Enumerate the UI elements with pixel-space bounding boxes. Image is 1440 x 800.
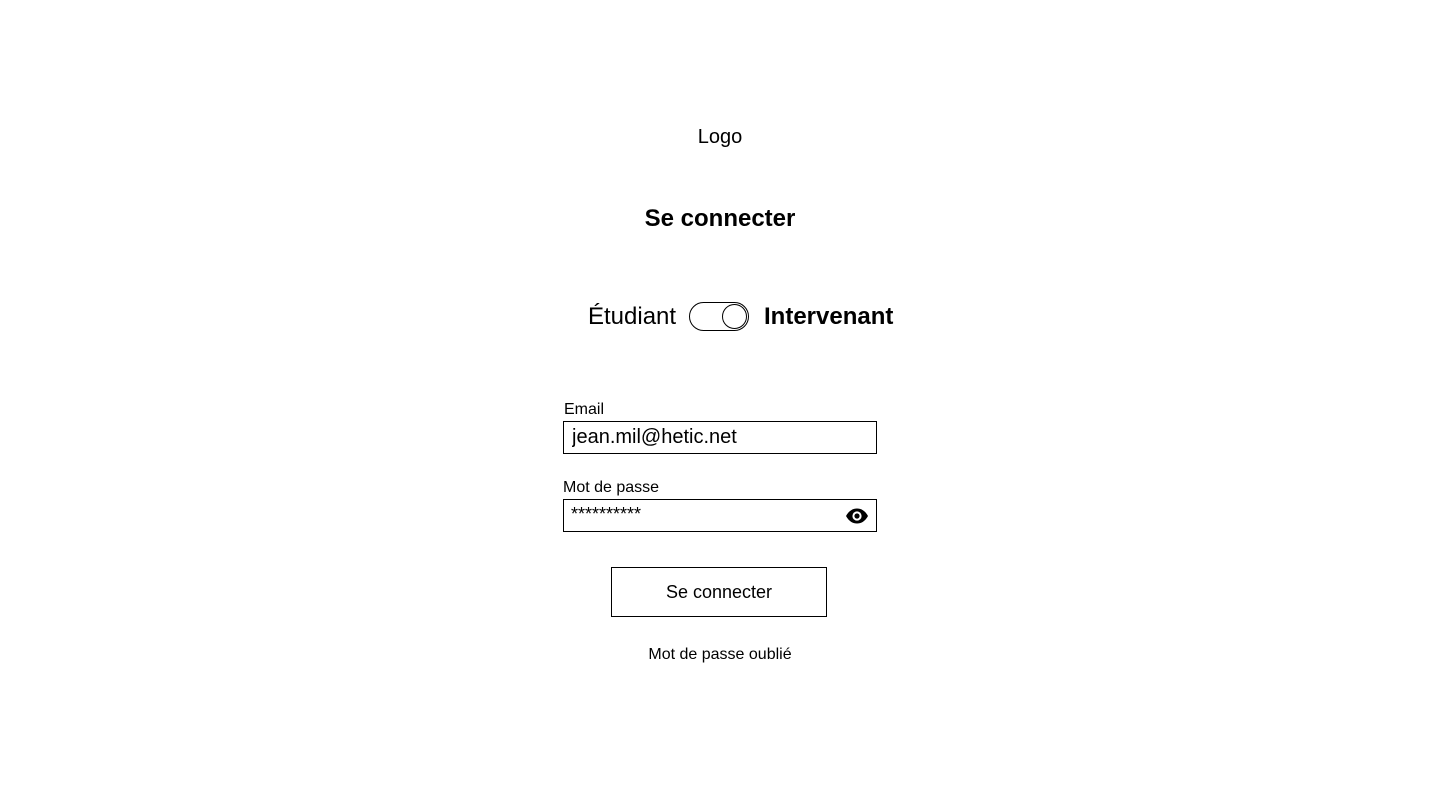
password-field[interactable]: **********	[563, 499, 877, 532]
password-label: Mot de passe	[563, 479, 660, 496]
role-label-etudiant: Étudiant	[588, 303, 677, 330]
role-toggle-row: Étudiant Intervenant	[0, 300, 1440, 334]
page-title: Se connecter	[644, 205, 796, 232]
toggle-knob	[722, 304, 747, 329]
email-field[interactable]	[572, 422, 842, 453]
email-label: Email	[564, 401, 605, 418]
role-toggle-switch[interactable]	[689, 302, 749, 331]
email-field-container	[563, 421, 877, 454]
login-button[interactable]: Se connecter	[611, 567, 827, 617]
forgot-password-link[interactable]: Mot de passe oublié	[0, 645, 1440, 665]
logo: Logo	[697, 126, 743, 148]
password-value: **********	[571, 504, 642, 524]
role-label-intervenant: Intervenant	[764, 303, 894, 330]
eye-icon[interactable]	[845, 505, 869, 527]
